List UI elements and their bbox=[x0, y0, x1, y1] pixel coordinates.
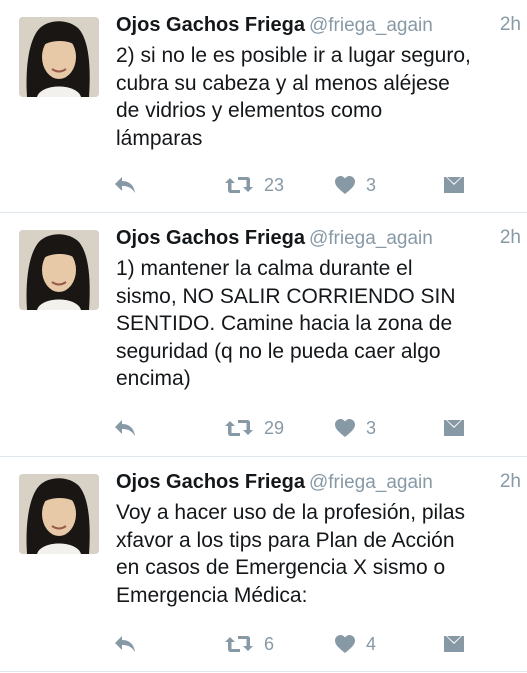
avatar-image bbox=[19, 17, 99, 97]
reply-button[interactable] bbox=[113, 629, 137, 659]
direct-message-icon bbox=[444, 636, 464, 652]
tweet-text: Voy a hacer uso de la profesión, pilas x… bbox=[116, 501, 466, 607]
direct-message-button[interactable] bbox=[443, 170, 465, 200]
reply-icon bbox=[115, 420, 135, 436]
retweet-button[interactable]: 6 bbox=[224, 629, 274, 659]
tweet-actions: 23 3 bbox=[0, 170, 527, 200]
tweet-header: Ojos Gachos Friega @friega_again 2h bbox=[116, 14, 521, 42]
heart-icon bbox=[335, 419, 355, 437]
author-name[interactable]: Ojos Gachos Friega bbox=[116, 14, 305, 36]
retweet-button[interactable]: 23 bbox=[224, 170, 284, 200]
avatar-image bbox=[19, 230, 99, 310]
direct-message-button[interactable] bbox=[443, 413, 465, 443]
retweet-count: 6 bbox=[264, 633, 275, 654]
tweet-text: 1) mantener la calma durante el sismo, N… bbox=[116, 257, 456, 390]
heart-icon bbox=[335, 176, 355, 194]
avatar[interactable] bbox=[19, 230, 99, 310]
heart-icon bbox=[335, 635, 355, 653]
retweet-button[interactable]: 29 bbox=[224, 413, 284, 443]
tweet-text: 2) si no le es posible ir a lugar seguro… bbox=[116, 44, 471, 150]
tweet-actions: 29 3 bbox=[0, 413, 527, 443]
retweet-icon bbox=[225, 420, 253, 436]
avatar[interactable] bbox=[19, 474, 99, 554]
direct-message-icon bbox=[444, 177, 464, 193]
timestamp[interactable]: 2h bbox=[500, 14, 521, 36]
like-button[interactable]: 3 bbox=[334, 413, 376, 443]
like-button[interactable]: 3 bbox=[334, 170, 376, 200]
tweet-header: Ojos Gachos Friega @friega_again 2h bbox=[116, 227, 521, 255]
like-count: 3 bbox=[366, 174, 377, 195]
author-handle[interactable]: @friega_again bbox=[309, 15, 433, 36]
reply-button[interactable] bbox=[113, 413, 137, 443]
timestamp[interactable]: 2h bbox=[500, 471, 521, 493]
author-name[interactable]: Ojos Gachos Friega bbox=[116, 227, 305, 249]
reply-button[interactable] bbox=[113, 170, 137, 200]
retweet-count: 23 bbox=[264, 174, 285, 195]
tweet-feed: Ojos Gachos Friega @friega_again 2h 2) si… bbox=[0, 0, 527, 673]
retweet-icon bbox=[225, 636, 253, 652]
timestamp[interactable]: 2h bbox=[500, 227, 521, 249]
tweet-actions: 6 4 bbox=[0, 629, 527, 659]
author-name[interactable]: Ojos Gachos Friega bbox=[116, 471, 305, 493]
tweet[interactable]: Ojos Gachos Friega @friega_again 2h Voy a… bbox=[0, 457, 527, 672]
like-count: 3 bbox=[366, 417, 377, 438]
like-button[interactable]: 4 bbox=[334, 629, 376, 659]
avatar[interactable] bbox=[19, 17, 99, 97]
retweet-count: 29 bbox=[264, 417, 285, 438]
tweet[interactable]: Ojos Gachos Friega @friega_again 2h 2) si… bbox=[0, 0, 527, 213]
reply-icon bbox=[115, 636, 135, 652]
avatar-image bbox=[19, 474, 99, 554]
tweet-header: Ojos Gachos Friega @friega_again 2h bbox=[116, 471, 521, 499]
author-handle[interactable]: @friega_again bbox=[309, 472, 433, 493]
retweet-icon bbox=[225, 177, 253, 193]
tweet[interactable]: Ojos Gachos Friega @friega_again 2h 1) ma… bbox=[0, 213, 527, 457]
author-handle[interactable]: @friega_again bbox=[309, 228, 433, 249]
direct-message-button[interactable] bbox=[443, 629, 465, 659]
direct-message-icon bbox=[444, 420, 464, 436]
like-count: 4 bbox=[366, 633, 377, 654]
reply-icon bbox=[115, 177, 135, 193]
